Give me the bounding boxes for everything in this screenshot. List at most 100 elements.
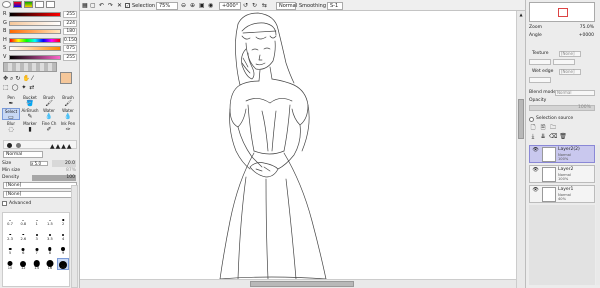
brush-size-preset[interactable]: 8 (44, 243, 56, 255)
brush-grid-scrollbar[interactable] (71, 185, 78, 288)
slider-track[interactable] (9, 37, 61, 43)
grid-icon[interactable]: ▦ (82, 2, 88, 10)
deselect-icon[interactable]: ✕ (117, 2, 122, 10)
layer-item[interactable]: 👁 Layer2(2) Normal 100% (529, 145, 595, 163)
min-size-value[interactable]: 87% (52, 167, 76, 174)
brush-size-preset[interactable]: 6 (17, 243, 29, 255)
brush-size-preset[interactable]: 4 (57, 229, 69, 241)
tool-airbrush[interactable]: AirBrush ✎ (21, 108, 39, 120)
selection-checkbox[interactable]: ✓ (125, 3, 130, 8)
palette-tab[interactable] (46, 1, 55, 8)
visibility-eye-icon[interactable]: 👁 (531, 147, 540, 154)
tool-brush[interactable]: Brush 🖌 (59, 95, 77, 107)
layer-texture-dropdown[interactable]: [None] (559, 51, 581, 57)
brush-size-preset[interactable]: 5 (4, 243, 16, 255)
slider-track[interactable] (9, 46, 61, 51)
color-slider-h[interactable]: H 0.150 (3, 36, 77, 44)
brush-size-preset[interactable]: 2.3 (4, 229, 16, 241)
brush-size-preset[interactable]: 20 (57, 257, 70, 270)
gray-tab[interactable] (35, 1, 44, 8)
texture-strength-box[interactable] (553, 59, 575, 65)
slider-value[interactable]: 224 (63, 19, 77, 27)
advanced-checkbox[interactable] (2, 201, 7, 206)
slider-track[interactable] (9, 54, 61, 60)
brush-size-preset[interactable]: 16 (44, 258, 56, 270)
brush-size-preset[interactable]: 0.8 (17, 214, 29, 226)
horizontal-scroll-thumb[interactable] (250, 281, 354, 287)
primary-color-swatch[interactable] (60, 72, 72, 84)
rgb-tab[interactable] (13, 1, 22, 8)
tool-water[interactable]: Water 💧 (40, 108, 58, 120)
delete-layer-icon[interactable]: 🗑 (559, 133, 567, 141)
tool-blur[interactable]: Blur ◌ (2, 121, 20, 133)
color-slider-r[interactable]: R 255 (3, 11, 77, 18)
wet-edge-dropdown[interactable]: [None] (559, 69, 581, 75)
drawing-canvas[interactable] (80, 11, 516, 281)
fit-icon[interactable]: ▣ (199, 2, 205, 10)
slider-value[interactable]: 180 (63, 28, 77, 35)
slider-value[interactable]: 075 (63, 45, 77, 52)
slider-track[interactable] (9, 29, 61, 34)
zoom-in-icon[interactable]: ⊕ (190, 2, 195, 10)
tool-water[interactable]: Water 💧 (59, 108, 77, 120)
hand-icon[interactable]: ✋ (22, 75, 31, 82)
tool-fine-ch[interactable]: Fine Ch ✐ (40, 121, 58, 133)
slider-track[interactable] (9, 20, 61, 26)
brush-size-preset[interactable]: 2.6 (17, 229, 29, 241)
vertical-scroll-thumb[interactable] (518, 99, 524, 139)
brush-size-preset[interactable]: 7 (31, 243, 43, 255)
tool-bucket[interactable]: Bucket 🪣 (21, 95, 39, 107)
view-icon[interactable]: ▢ (90, 2, 96, 10)
color-slider-b[interactable]: B 180 (3, 28, 77, 35)
brush-size-preset[interactable]: 3 (31, 229, 43, 241)
slider-value[interactable]: 255 (63, 11, 77, 18)
vertical-scroll-up[interactable]: ▲ (518, 12, 524, 18)
size-multiplier-dropdown[interactable]: x 5.0 (30, 161, 48, 166)
mini-color-grid[interactable] (3, 62, 57, 72)
smoothing-dropdown[interactable]: S-1 (327, 2, 343, 10)
rotate-right-icon[interactable]: ↻ (252, 2, 257, 10)
tool-brush[interactable]: Brush 🖌 (40, 95, 58, 107)
texture-scale-box[interactable] (529, 59, 551, 65)
color-wheel-tab[interactable] (2, 1, 11, 8)
lasso-icon[interactable]: ◯ (12, 84, 22, 91)
layer-item[interactable]: 👁 Layer1 Normal 40% (529, 185, 595, 203)
wet-edge-size-box[interactable] (529, 77, 551, 83)
hsv-tab[interactable] (24, 1, 33, 8)
vertical-scrollbar[interactable]: ▲ (516, 11, 525, 288)
blend-mode-dropdown[interactable]: Normal (555, 90, 595, 96)
brush-size-preset[interactable]: 1.5 (44, 214, 56, 226)
layer-list-scrollbar[interactable] (596, 145, 600, 285)
zoom-out-icon[interactable]: ⊖ (181, 2, 186, 10)
navigator-angle-value[interactable]: +0000 (556, 33, 594, 39)
texture-dropdown[interactable]: [None] (3, 191, 77, 198)
new-folder-icon[interactable]: 🗀 (549, 124, 557, 132)
density-slider[interactable]: 100 (32, 175, 76, 181)
soft-shape-icon[interactable] (16, 143, 21, 148)
brush-size-preset[interactable]: 12 (17, 258, 29, 270)
shape-presets-icon[interactable]: ▲▲▲▲ (50, 144, 72, 150)
slider-track[interactable] (9, 12, 61, 17)
flip-horizontal-icon[interactable]: ⇆ (262, 2, 267, 10)
rect-select-icon[interactable]: ⬚ (3, 84, 12, 91)
layer-item[interactable]: 👁 Layer2 Normal 100% (529, 165, 595, 183)
tool-pen[interactable]: Pen ✒ (2, 95, 20, 107)
undo-icon[interactable]: ↶ (99, 2, 104, 10)
stabilizer-mode-dropdown[interactable]: Normal (276, 2, 297, 10)
redo-icon[interactable]: ↷ (108, 2, 113, 10)
new-layer-icon[interactable]: 🗋 (529, 124, 537, 132)
transfer-down-icon[interactable]: ⤓ (529, 133, 537, 141)
brush-size-preset[interactable]: 10 (4, 258, 16, 270)
brush-size-preset[interactable]: 3.5 (44, 229, 56, 241)
navigator-zoom-value[interactable]: 75.0% (556, 25, 594, 31)
flip-icon[interactable]: ⇄ (29, 84, 37, 91)
brush-size-preset[interactable]: 14 (31, 258, 43, 270)
color-slider-v[interactable]: V 255 (3, 53, 77, 61)
round-shape-icon[interactable] (7, 143, 12, 148)
color-slider-s[interactable]: S 075 (3, 45, 77, 52)
color-slider-g[interactable]: G 224 (3, 19, 77, 27)
brush-size-preset[interactable]: 2 (57, 214, 69, 226)
brush-size-preset[interactable]: 9 (57, 243, 69, 255)
reset-view-icon[interactable]: ◉ (208, 2, 213, 10)
tool-blend-dropdown[interactable]: Normal (3, 151, 43, 158)
